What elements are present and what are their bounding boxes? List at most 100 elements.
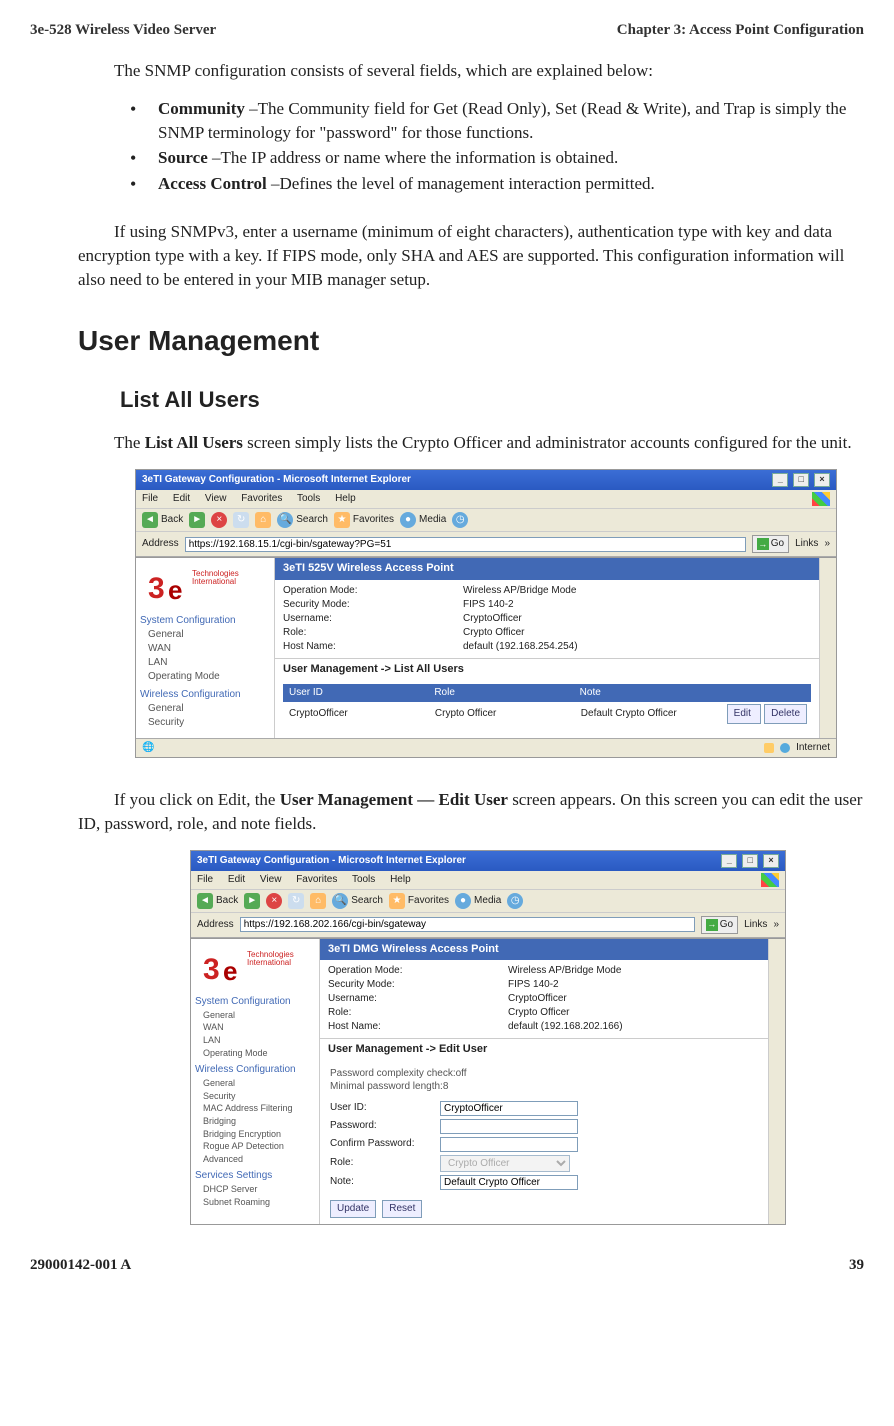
browser-toolbar: ◄Back ► × ↻ ⌂ 🔍Search ★Favorites ●Media … [136, 509, 836, 532]
back-button[interactable]: ◄Back [142, 512, 183, 528]
maximize-icon[interactable]: □ [742, 854, 758, 868]
status-info: Operation Mode:Wireless AP/Bridge Mode S… [320, 960, 768, 1038]
password-input[interactable] [440, 1119, 578, 1134]
section-heading: User Management [78, 321, 864, 360]
menu-view[interactable]: View [205, 493, 227, 504]
table-row: CryptoOfficer Crypto Officer Default Cry… [283, 702, 811, 726]
footer-left: 29000142-001 A [30, 1255, 131, 1276]
refresh-icon[interactable]: ↻ [233, 512, 249, 528]
sidebar-item[interactable]: Operating Mode [148, 670, 270, 684]
role-label: Role: [330, 1156, 440, 1170]
history-icon[interactable]: ◷ [507, 893, 523, 909]
userid-label: User ID: [330, 1101, 440, 1115]
sidebar-item[interactable]: General [203, 1009, 315, 1022]
term-text: –The Community field for Get (Read Only)… [158, 99, 846, 142]
search-button[interactable]: 🔍Search [332, 893, 383, 909]
window-controls: _ □ × [770, 473, 830, 487]
history-icon[interactable]: ◷ [452, 512, 468, 528]
stop-icon[interactable]: × [211, 512, 227, 528]
favorites-button[interactable]: ★Favorites [389, 893, 449, 909]
menu-tools[interactable]: Tools [352, 874, 375, 885]
sidebar-item[interactable]: Operating Mode [203, 1047, 315, 1060]
sidebar-item[interactable]: Advanced [203, 1153, 315, 1166]
sidebar: 3e TechnologiesInternational System Conf… [191, 939, 319, 1224]
sidebar-item[interactable]: General [148, 628, 270, 642]
update-button[interactable]: Update [330, 1200, 376, 1218]
delete-button[interactable]: Delete [764, 704, 807, 724]
window-title: 3eTI Gateway Configuration - Microsoft I… [197, 854, 466, 868]
sidebar-item[interactable]: LAN [203, 1034, 315, 1047]
menu-favorites[interactable]: Favorites [241, 493, 282, 504]
go-button[interactable]: →Go [701, 916, 738, 934]
role-select[interactable]: Crypto Officer [440, 1155, 570, 1172]
cell-userid: CryptoOfficer [283, 705, 429, 723]
search-button[interactable]: 🔍Search [277, 512, 328, 528]
menu-favorites[interactable]: Favorites [296, 874, 337, 885]
menu-file[interactable]: File [142, 493, 158, 504]
go-button[interactable]: →Go [752, 535, 789, 553]
edit-button[interactable]: Edit [727, 704, 761, 724]
page-header: 3e-528 Wireless Video Server Chapter 3: … [30, 20, 864, 41]
address-input[interactable] [185, 537, 746, 552]
logo-3e: 3e TechnologiesInternational [203, 949, 251, 989]
sidebar-item[interactable]: WAN [148, 642, 270, 656]
sidebar-item[interactable]: Bridging [203, 1115, 315, 1128]
reset-button[interactable]: Reset [382, 1200, 422, 1218]
sidebar-item[interactable]: Security [203, 1090, 315, 1103]
sidebar-item[interactable]: General [148, 702, 270, 716]
address-input[interactable] [240, 917, 695, 932]
menu-view[interactable]: View [260, 874, 282, 885]
sidebar-item[interactable]: LAN [148, 656, 270, 670]
sidebar-item[interactable]: DHCP Server [203, 1183, 315, 1196]
close-icon[interactable]: × [814, 473, 830, 487]
window-titlebar: 3eTI Gateway Configuration - Microsoft I… [136, 470, 836, 490]
forward-icon[interactable]: ► [189, 512, 205, 528]
list-item: Source –The IP address or name where the… [130, 146, 864, 170]
menu-file[interactable]: File [197, 874, 213, 885]
menu-edit[interactable]: Edit [173, 493, 190, 504]
home-icon[interactable]: ⌂ [255, 512, 271, 528]
media-icon: ● [400, 512, 416, 528]
sidebar-item[interactable]: Bridging Encryption [203, 1128, 315, 1141]
minimize-icon[interactable]: _ [721, 854, 737, 868]
intro-paragraph: The SNMP configuration consists of sever… [78, 59, 864, 83]
menu-edit[interactable]: Edit [228, 874, 245, 885]
close-icon[interactable]: × [763, 854, 779, 868]
confirm-password-input[interactable] [440, 1137, 578, 1152]
home-icon[interactable]: ⌂ [310, 893, 326, 909]
menu-help[interactable]: Help [390, 874, 411, 885]
links-label[interactable]: Links [744, 918, 767, 932]
back-icon: ◄ [142, 512, 158, 528]
sidebar-item[interactable]: Rogue AP Detection [203, 1140, 315, 1153]
sidebar-item[interactable]: MAC Address Filtering [203, 1102, 315, 1115]
main-panel: 3eTI 525V Wireless Access Point Operatio… [274, 558, 819, 738]
minimize-icon[interactable]: _ [772, 473, 788, 487]
forward-icon[interactable]: ► [244, 893, 260, 909]
media-button[interactable]: ●Media [400, 512, 446, 528]
note-input[interactable] [440, 1175, 578, 1190]
scrollbar[interactable] [768, 939, 785, 1224]
zone-label: Internet [796, 741, 830, 755]
sidebar-item[interactable]: WAN [203, 1021, 315, 1034]
product-banner: 3eTI 525V Wireless Access Point [275, 558, 819, 579]
scrollbar[interactable] [819, 558, 836, 738]
term-text: –The IP address or name where the inform… [208, 148, 619, 167]
star-icon: ★ [334, 512, 350, 528]
address-label: Address [197, 918, 234, 932]
media-button[interactable]: ●Media [455, 893, 501, 909]
refresh-icon[interactable]: ↻ [288, 893, 304, 909]
maximize-icon[interactable]: □ [793, 473, 809, 487]
sidebar-item[interactable]: Subnet Roaming [203, 1196, 315, 1209]
menu-help[interactable]: Help [335, 493, 356, 504]
menu-bar: File Edit View Favorites Tools Help [191, 871, 785, 890]
sidebar-item[interactable]: Security [148, 716, 270, 730]
userid-input[interactable] [440, 1101, 578, 1116]
windows-flag-icon [812, 492, 830, 506]
menu-tools[interactable]: Tools [297, 493, 320, 504]
favorites-button[interactable]: ★Favorites [334, 512, 394, 528]
back-button[interactable]: ◄Back [197, 893, 238, 909]
links-label[interactable]: Links [795, 537, 818, 551]
stop-icon[interactable]: × [266, 893, 282, 909]
sidebar-item[interactable]: General [203, 1077, 315, 1090]
screenshot-edit-user: 3eTI Gateway Configuration - Microsoft I… [190, 850, 786, 1225]
